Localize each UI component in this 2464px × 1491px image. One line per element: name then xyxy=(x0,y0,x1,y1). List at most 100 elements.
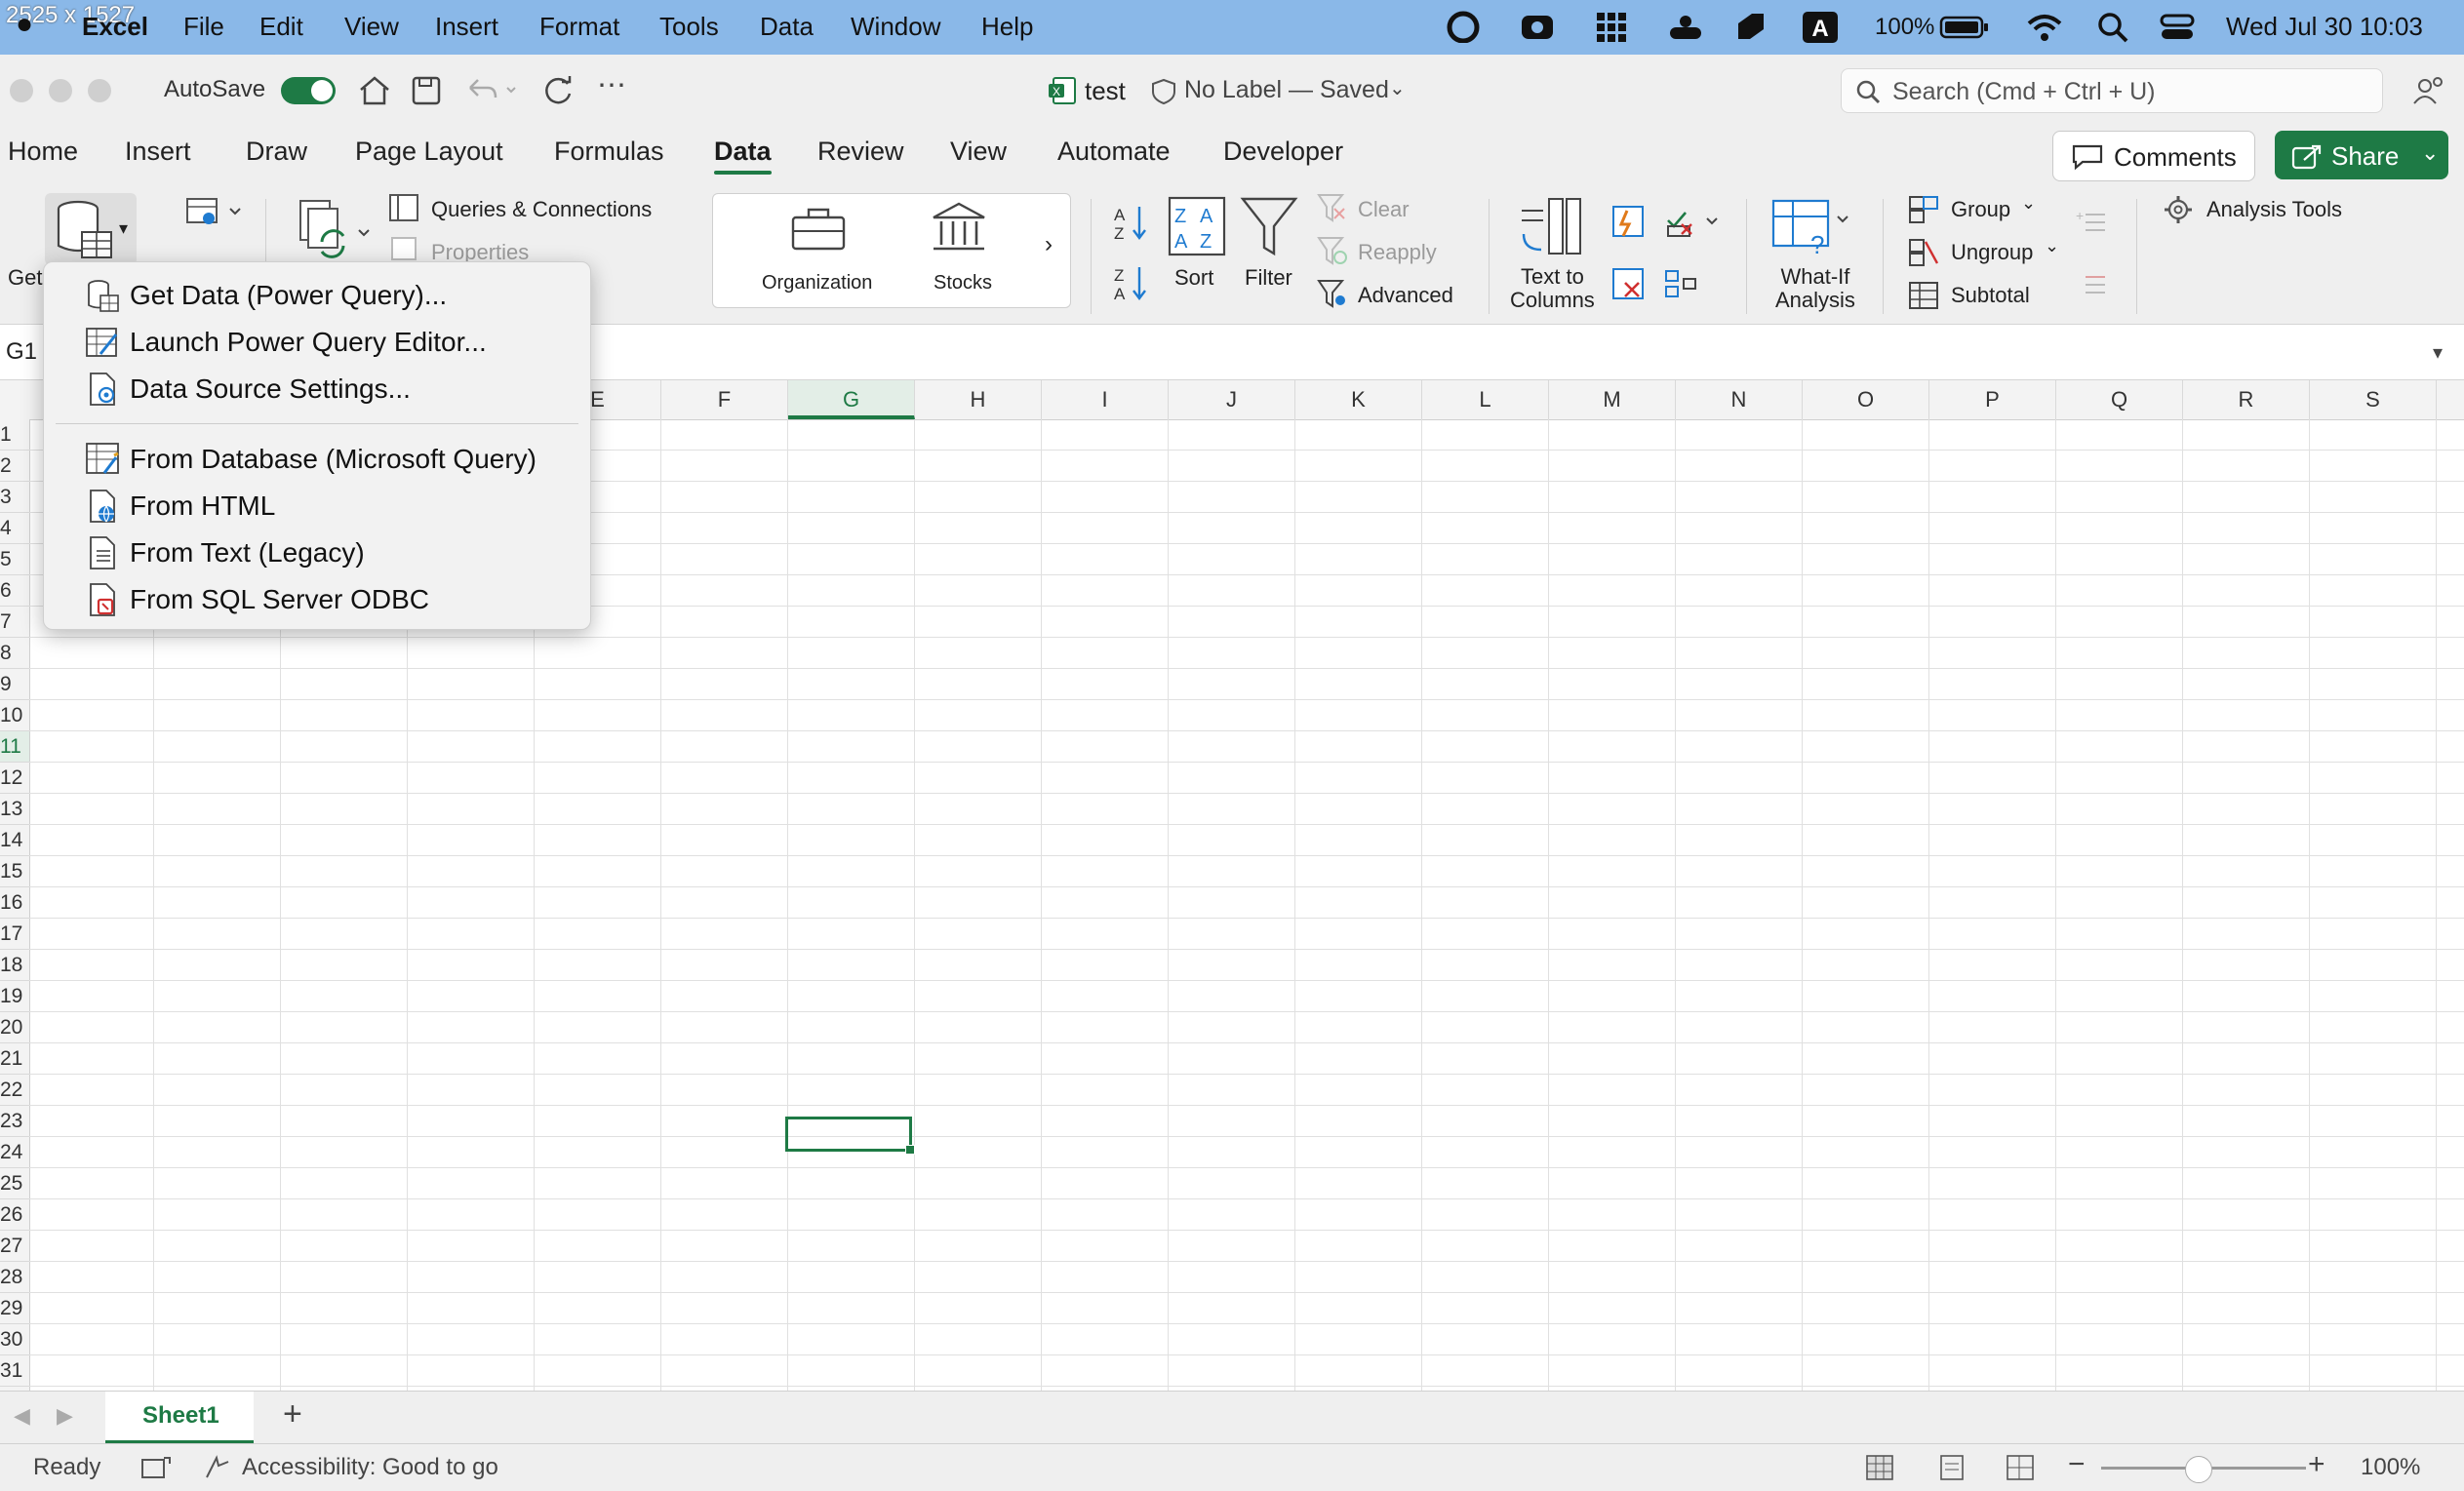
row-header[interactable]: 22 xyxy=(0,1075,29,1106)
sheet-tab-sheet1[interactable]: Sheet1 xyxy=(105,1392,254,1443)
consolidate-icon[interactable] xyxy=(1664,267,1699,302)
column-header[interactable]: M xyxy=(1549,380,1676,419)
tab-formulas[interactable]: Formulas xyxy=(554,137,664,167)
spotlight-search-icon[interactable] xyxy=(2095,10,2130,43)
row-header[interactable]: 30 xyxy=(0,1324,29,1355)
menu-tools[interactable]: Tools xyxy=(659,12,719,42)
tab-page-layout[interactable]: Page Layout xyxy=(355,137,503,167)
row-header[interactable]: 12 xyxy=(0,763,29,794)
what-if-analysis-icon[interactable]: ? xyxy=(1769,197,1851,261)
row-header[interactable]: 18 xyxy=(0,950,29,981)
zoom-window-button[interactable] xyxy=(88,79,111,102)
tab-view[interactable]: View xyxy=(950,137,1007,167)
row-header[interactable]: 31 xyxy=(0,1355,29,1387)
stocks-data-type[interactable]: Stocks xyxy=(934,272,992,294)
row-header[interactable]: 7 xyxy=(0,607,29,638)
column-header[interactable]: O xyxy=(1803,380,1929,419)
column-header[interactable]: H xyxy=(915,380,1042,419)
redo-icon[interactable] xyxy=(540,74,576,107)
row-header[interactable]: 20 xyxy=(0,1012,29,1043)
row-header[interactable]: 16 xyxy=(0,887,29,919)
menu-edit[interactable]: Edit xyxy=(259,12,303,42)
gallery-next-icon[interactable]: › xyxy=(1045,231,1053,258)
row-header[interactable]: 17 xyxy=(0,919,29,950)
ungroup-button[interactable]: Ungroup xyxy=(1951,240,2033,265)
control-center-icon[interactable] xyxy=(2158,10,2197,43)
close-window-button[interactable] xyxy=(10,79,33,102)
chevron-down-icon[interactable]: ⌄ xyxy=(2045,236,2059,256)
filter-icon[interactable] xyxy=(1239,195,1299,259)
tab-developer[interactable]: Developer xyxy=(1223,137,1343,167)
from-picture-icon[interactable] xyxy=(183,195,246,230)
next-sheet-icon[interactable]: ▶ xyxy=(57,1403,73,1429)
row-header[interactable]: 13 xyxy=(0,794,29,825)
row-header[interactable]: 6 xyxy=(0,575,29,607)
accessibility-status[interactable]: Accessibility: Good to go xyxy=(242,1454,498,1481)
row-header[interactable]: 2 xyxy=(0,451,29,482)
accessibility-icon[interactable] xyxy=(203,1454,232,1481)
row-header[interactable]: 26 xyxy=(0,1199,29,1231)
row-header[interactable]: 15 xyxy=(0,856,29,887)
autosave-toggle[interactable] xyxy=(281,77,336,104)
remove-duplicates-icon[interactable] xyxy=(1611,267,1647,302)
formula-input[interactable] xyxy=(595,331,2423,372)
row-header[interactable]: 19 xyxy=(0,981,29,1012)
record-icon[interactable] xyxy=(1446,10,1481,43)
add-sheet-icon[interactable]: + xyxy=(283,1395,302,1433)
text-to-columns-button[interactable]: Text to Columns xyxy=(1510,265,1595,312)
menu-item-from-html[interactable]: From HTML xyxy=(44,483,590,528)
row-header[interactable]: 23 xyxy=(0,1106,29,1137)
reapply-button[interactable]: Reapply xyxy=(1358,240,1437,265)
menu-item-from-database-microsoft-query[interactable]: From Database (Microsoft Query) xyxy=(44,436,590,481)
organization-data-type[interactable]: Organization xyxy=(762,272,872,294)
comments-button[interactable]: Comments xyxy=(2052,131,2255,181)
grid-app-icon[interactable] xyxy=(1594,10,1629,43)
row-header[interactable]: 3 xyxy=(0,482,29,513)
search-input[interactable]: Search (Cmd + Ctrl + U) xyxy=(1841,68,2383,113)
minimize-window-button[interactable] xyxy=(49,79,72,102)
page-layout-view-icon[interactable] xyxy=(1937,1454,1967,1481)
row-header[interactable]: 5 xyxy=(0,544,29,575)
row-header[interactable]: 4 xyxy=(0,513,29,544)
page-break-view-icon[interactable] xyxy=(2006,1454,2035,1481)
active-cell-g11[interactable] xyxy=(785,1117,915,1155)
queries-connections-button[interactable]: Queries & Connections xyxy=(431,197,652,222)
row-header[interactable]: 10 xyxy=(0,700,29,731)
show-detail-icon[interactable]: + xyxy=(2076,207,2109,236)
column-header[interactable]: J xyxy=(1169,380,1295,419)
row-header[interactable]: 8 xyxy=(0,638,29,669)
row-header[interactable]: 27 xyxy=(0,1231,29,1262)
menu-item-launch-power-query-editor[interactable]: Launch Power Query Editor... xyxy=(44,319,590,364)
input-source-icon[interactable]: A xyxy=(1801,10,1840,43)
normal-view-icon[interactable] xyxy=(1865,1454,1894,1481)
menu-window[interactable]: Window xyxy=(851,12,940,42)
column-header[interactable]: K xyxy=(1295,380,1422,419)
column-header[interactable]: I xyxy=(1042,380,1169,419)
more-icon[interactable]: ⋯ xyxy=(597,68,626,102)
menu-format[interactable]: Format xyxy=(539,12,619,42)
sort-a-to-z-icon[interactable]: AZ xyxy=(1112,203,1155,242)
subtotal-button[interactable]: Subtotal xyxy=(1951,283,2030,308)
column-header-selected[interactable]: G xyxy=(788,380,915,419)
home-icon[interactable] xyxy=(357,74,392,107)
menu-data[interactable]: Data xyxy=(760,12,814,42)
text-to-columns-icon[interactable] xyxy=(1518,195,1586,259)
controller-icon[interactable] xyxy=(1666,10,1705,43)
column-header[interactable]: N xyxy=(1676,380,1803,419)
refresh-all-icon[interactable] xyxy=(297,197,375,265)
share-button[interactable]: Share ⌄ xyxy=(2275,131,2448,179)
zoom-slider-thumb[interactable] xyxy=(2185,1456,2212,1483)
advanced-button[interactable]: Advanced xyxy=(1358,283,1453,308)
row-header[interactable]: 21 xyxy=(0,1043,29,1075)
row-header[interactable]: 9 xyxy=(0,669,29,700)
column-header[interactable]: S xyxy=(2310,380,2437,419)
row-header[interactable]: 29 xyxy=(0,1293,29,1324)
zoom-out-icon[interactable]: − xyxy=(2068,1448,2086,1481)
undo-icon[interactable] xyxy=(464,74,519,107)
menu-help[interactable]: Help xyxy=(981,12,1033,42)
zoom-in-icon[interactable]: + xyxy=(2308,1448,2325,1481)
row-header[interactable]: 25 xyxy=(0,1168,29,1199)
battery-icon[interactable] xyxy=(1939,10,1990,43)
tab-data[interactable]: Data xyxy=(714,137,772,175)
row-header[interactable]: 28 xyxy=(0,1262,29,1293)
